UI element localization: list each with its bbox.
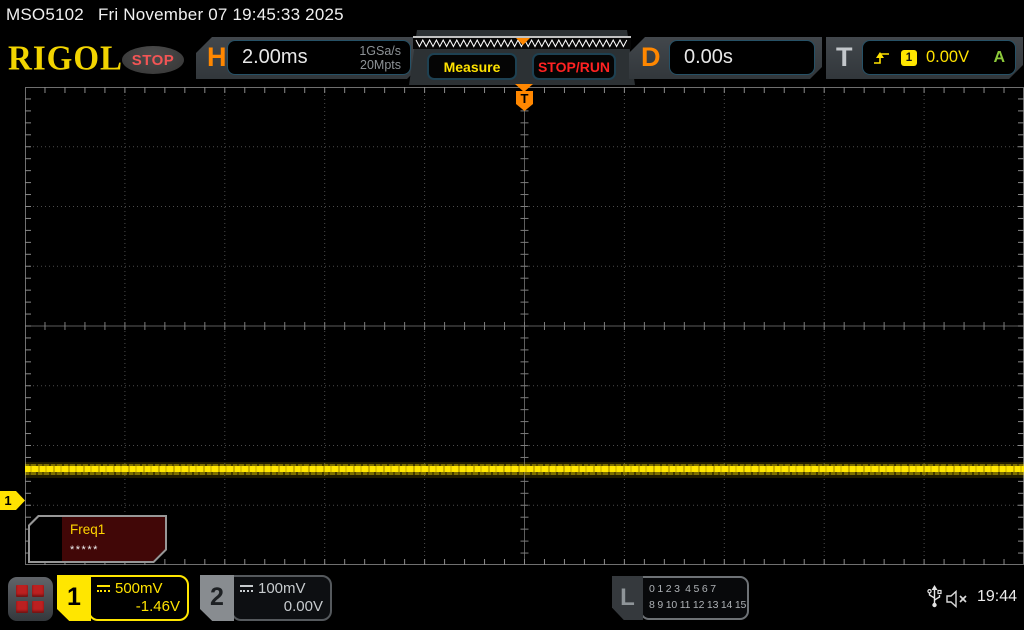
memory-depth: 20Mpts [359, 58, 401, 72]
trigger-label: T [836, 42, 853, 73]
trigger-position-arrow[interactable] [515, 84, 533, 92]
stop-run-button[interactable]: STOP/RUN [532, 53, 616, 80]
waveform-thumbnail[interactable] [413, 36, 631, 49]
timebase-panel[interactable]: H 2.00ms 1GSa/s 20Mpts [196, 37, 419, 79]
measurement-freq1[interactable]: Freq1 ***** [28, 515, 167, 563]
delay-value: 0.00s [684, 46, 733, 69]
timebase-label: H [207, 42, 227, 73]
logic-channels-row2: 8 9 10 11 12 13 14 15 [649, 597, 747, 613]
coupling-dc-icon [97, 585, 110, 592]
trigger-value-box[interactable]: 1 0.00V A [862, 40, 1016, 75]
run-state-badge[interactable]: STOP [122, 46, 184, 74]
delay-label: D [641, 42, 661, 73]
channel2-scale: 100mV [258, 580, 306, 597]
oscilloscope-screen: MSO5102 Fri November 07 19:45:33 2025 RIG… [0, 0, 1024, 630]
trigger-source-badge: 1 [901, 50, 917, 66]
channel1-offset: -1.46V [97, 598, 180, 615]
usb-icon [927, 585, 942, 609]
channel2-badge[interactable]: 2 100mV 0.00V [200, 575, 332, 621]
titlebar: MSO5102 Fri November 07 19:45:33 2025 [6, 5, 344, 25]
sample-rate: 1GSa/s [359, 44, 401, 58]
logic-analyzer-label[interactable]: L [612, 576, 643, 620]
measurement-name: Freq1 [70, 522, 105, 537]
timebase-value-box[interactable]: 2.00ms 1GSa/s 20Mpts [227, 40, 411, 75]
measure-button[interactable]: Measure [427, 53, 517, 80]
timebase-value: 2.00ms [242, 46, 308, 69]
logic-channels-row1: 0 1 2 3 4 5 6 7 [649, 581, 747, 597]
channel1-ground-marker[interactable]: 1 [0, 491, 25, 510]
measurement-freq1-inner: Freq1 ***** [30, 517, 165, 561]
channel2-number[interactable]: 2 [200, 575, 234, 621]
channel1-badge[interactable]: 1 500mV -1.46V [57, 575, 189, 621]
graticule-grid [25, 87, 1024, 565]
channel1-panel[interactable]: 500mV -1.46V [88, 575, 189, 621]
channel2-panel[interactable]: 100mV 0.00V [231, 575, 332, 621]
delay-value-box[interactable]: 0.00s [669, 40, 815, 75]
trigger-level-value: 0.00V [926, 48, 969, 67]
model-name: MSO5102 [6, 5, 84, 24]
menu-grid-button[interactable] [8, 577, 53, 621]
measurement-value: ***** [70, 544, 99, 556]
trigger-panel[interactable]: T 1 0.00V A [826, 37, 1023, 79]
delay-panel[interactable]: D 0.00s [629, 37, 822, 79]
logic-channels-panel: 0 1 2 3 4 5 6 7 8 9 10 11 12 13 14 15 [640, 576, 749, 620]
datetime-text: Fri November 07 19:45:33 2025 [98, 5, 344, 24]
channel2-offset: 0.00V [240, 598, 323, 615]
trigger-slope-icon [873, 50, 891, 66]
acquisition-info: 1GSa/s 20Mpts [359, 44, 401, 72]
thumbnail-zigzag [413, 36, 631, 49]
logic-analyzer-badge[interactable]: L 0 1 2 3 4 5 6 7 8 9 10 11 12 13 14 15 [612, 576, 749, 620]
grid-icon [16, 585, 45, 614]
speaker-muted-icon[interactable] [946, 590, 972, 608]
channel1-waveform [25, 466, 1024, 472]
channel1-scale: 500mV [115, 580, 163, 597]
clock-time: 19:44 [977, 588, 1017, 606]
channel1-number[interactable]: 1 [57, 575, 91, 621]
coupling-dc-icon [240, 585, 253, 592]
rigol-logo: RIGOL [8, 40, 123, 79]
trigger-mode-indicator: A [993, 49, 1005, 67]
